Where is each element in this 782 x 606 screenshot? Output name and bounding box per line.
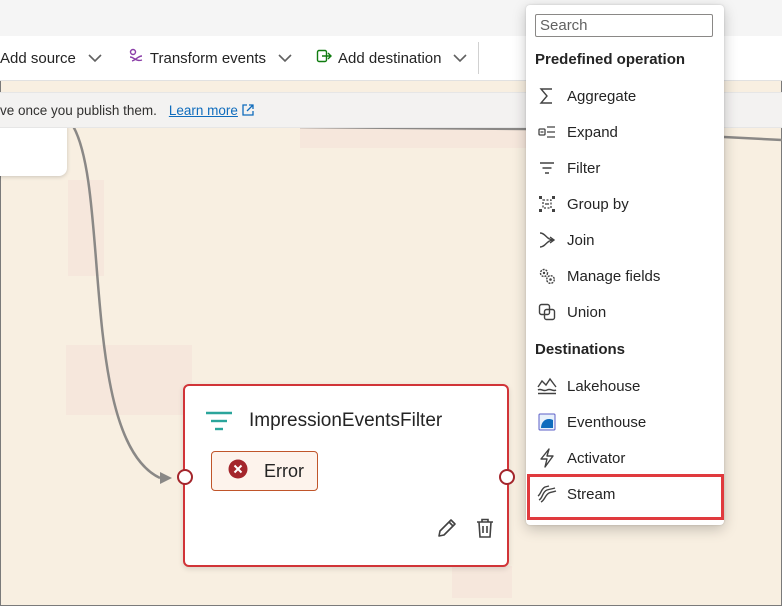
menu-item-aggregate[interactable]: Aggregate [526, 78, 724, 114]
menu-item-manage-fields[interactable]: Manage fields [526, 258, 724, 294]
menu-item-eventhouse[interactable]: Eventhouse [526, 404, 724, 440]
filter-output-port[interactable] [499, 469, 515, 485]
section-predefined-operation: Predefined operation [535, 51, 686, 68]
menu-item-join[interactable]: Join [526, 222, 724, 258]
external-link-icon [242, 104, 254, 116]
menu-item-filter[interactable]: Filter [526, 150, 724, 186]
lakehouse-icon [536, 375, 558, 397]
menu-item-label: Activator [567, 449, 626, 467]
menu-item-activator[interactable]: Activator [526, 440, 724, 476]
add-source-button[interactable]: Add source [0, 36, 102, 80]
menu-item-label: Eventhouse [567, 413, 647, 431]
menu-search-input[interactable] [535, 14, 713, 37]
menu-item-label: Lakehouse [567, 377, 641, 395]
menu-item-label: Union [567, 303, 607, 321]
error-status-badge[interactable]: Error [211, 451, 318, 491]
section-destinations: Destinations [535, 341, 626, 358]
menu-item-label: Expand [567, 123, 618, 141]
transform-events-icon [128, 48, 144, 68]
add-source-label: Add source [0, 49, 76, 67]
group-by-icon [536, 193, 558, 215]
connector-arrowhead [160, 472, 172, 484]
chevron-down-icon [453, 50, 468, 67]
filter-icon [536, 157, 558, 179]
menu-item-group-by[interactable]: Group by [526, 186, 724, 222]
node-actions [435, 516, 497, 545]
gears-icon [536, 265, 558, 287]
add-destination-icon [316, 48, 333, 68]
filter-node[interactable]: ImpressionEventsFilter Error [183, 384, 509, 567]
eventhouse-icon [536, 411, 558, 433]
edit-pencil-icon[interactable] [435, 516, 459, 545]
menu-item-label: Manage fields [567, 267, 661, 285]
menu-item-union[interactable]: Union [526, 294, 724, 330]
node-title: ImpressionEventsFilter [249, 410, 443, 431]
chevron-down-icon [88, 50, 102, 67]
operations-menu: Predefined operation Aggregate Expand Fi… [526, 5, 724, 525]
lightning-icon [536, 447, 558, 469]
menu-item-label: Filter [567, 159, 601, 177]
menu-item-expand[interactable]: Expand [526, 114, 724, 150]
menu-item-label: Join [567, 231, 595, 249]
menu-item-label: Group by [567, 195, 629, 213]
expand-icon [536, 121, 558, 143]
union-icon [536, 301, 558, 323]
menu-item-lakehouse[interactable]: Lakehouse [526, 368, 724, 404]
transform-events-label: Transform events [149, 49, 267, 67]
learn-more-label: Learn more [168, 102, 238, 118]
stream-highlight-box [527, 474, 724, 520]
toolbar-separator [478, 42, 479, 74]
learn-more-link[interactable]: Learn more [169, 103, 255, 118]
connector-top-right-2 [723, 135, 782, 142]
menu-item-label: Aggregate [567, 87, 637, 105]
delete-trash-icon[interactable] [473, 516, 497, 545]
chevron-down-icon [278, 50, 292, 67]
add-destination-button[interactable]: Add destination [316, 36, 468, 80]
error-icon [228, 459, 248, 484]
filter-input-port[interactable] [177, 469, 193, 485]
info-text: ve once you publish them. [0, 102, 157, 118]
connector-source-to-filter [71, 125, 161, 480]
add-destination-label: Add destination [338, 49, 442, 67]
transform-events-button[interactable]: Transform events [128, 36, 292, 80]
join-icon [536, 229, 558, 251]
sigma-icon [536, 85, 558, 107]
error-label: Error [264, 460, 304, 481]
filter-icon [205, 410, 233, 439]
